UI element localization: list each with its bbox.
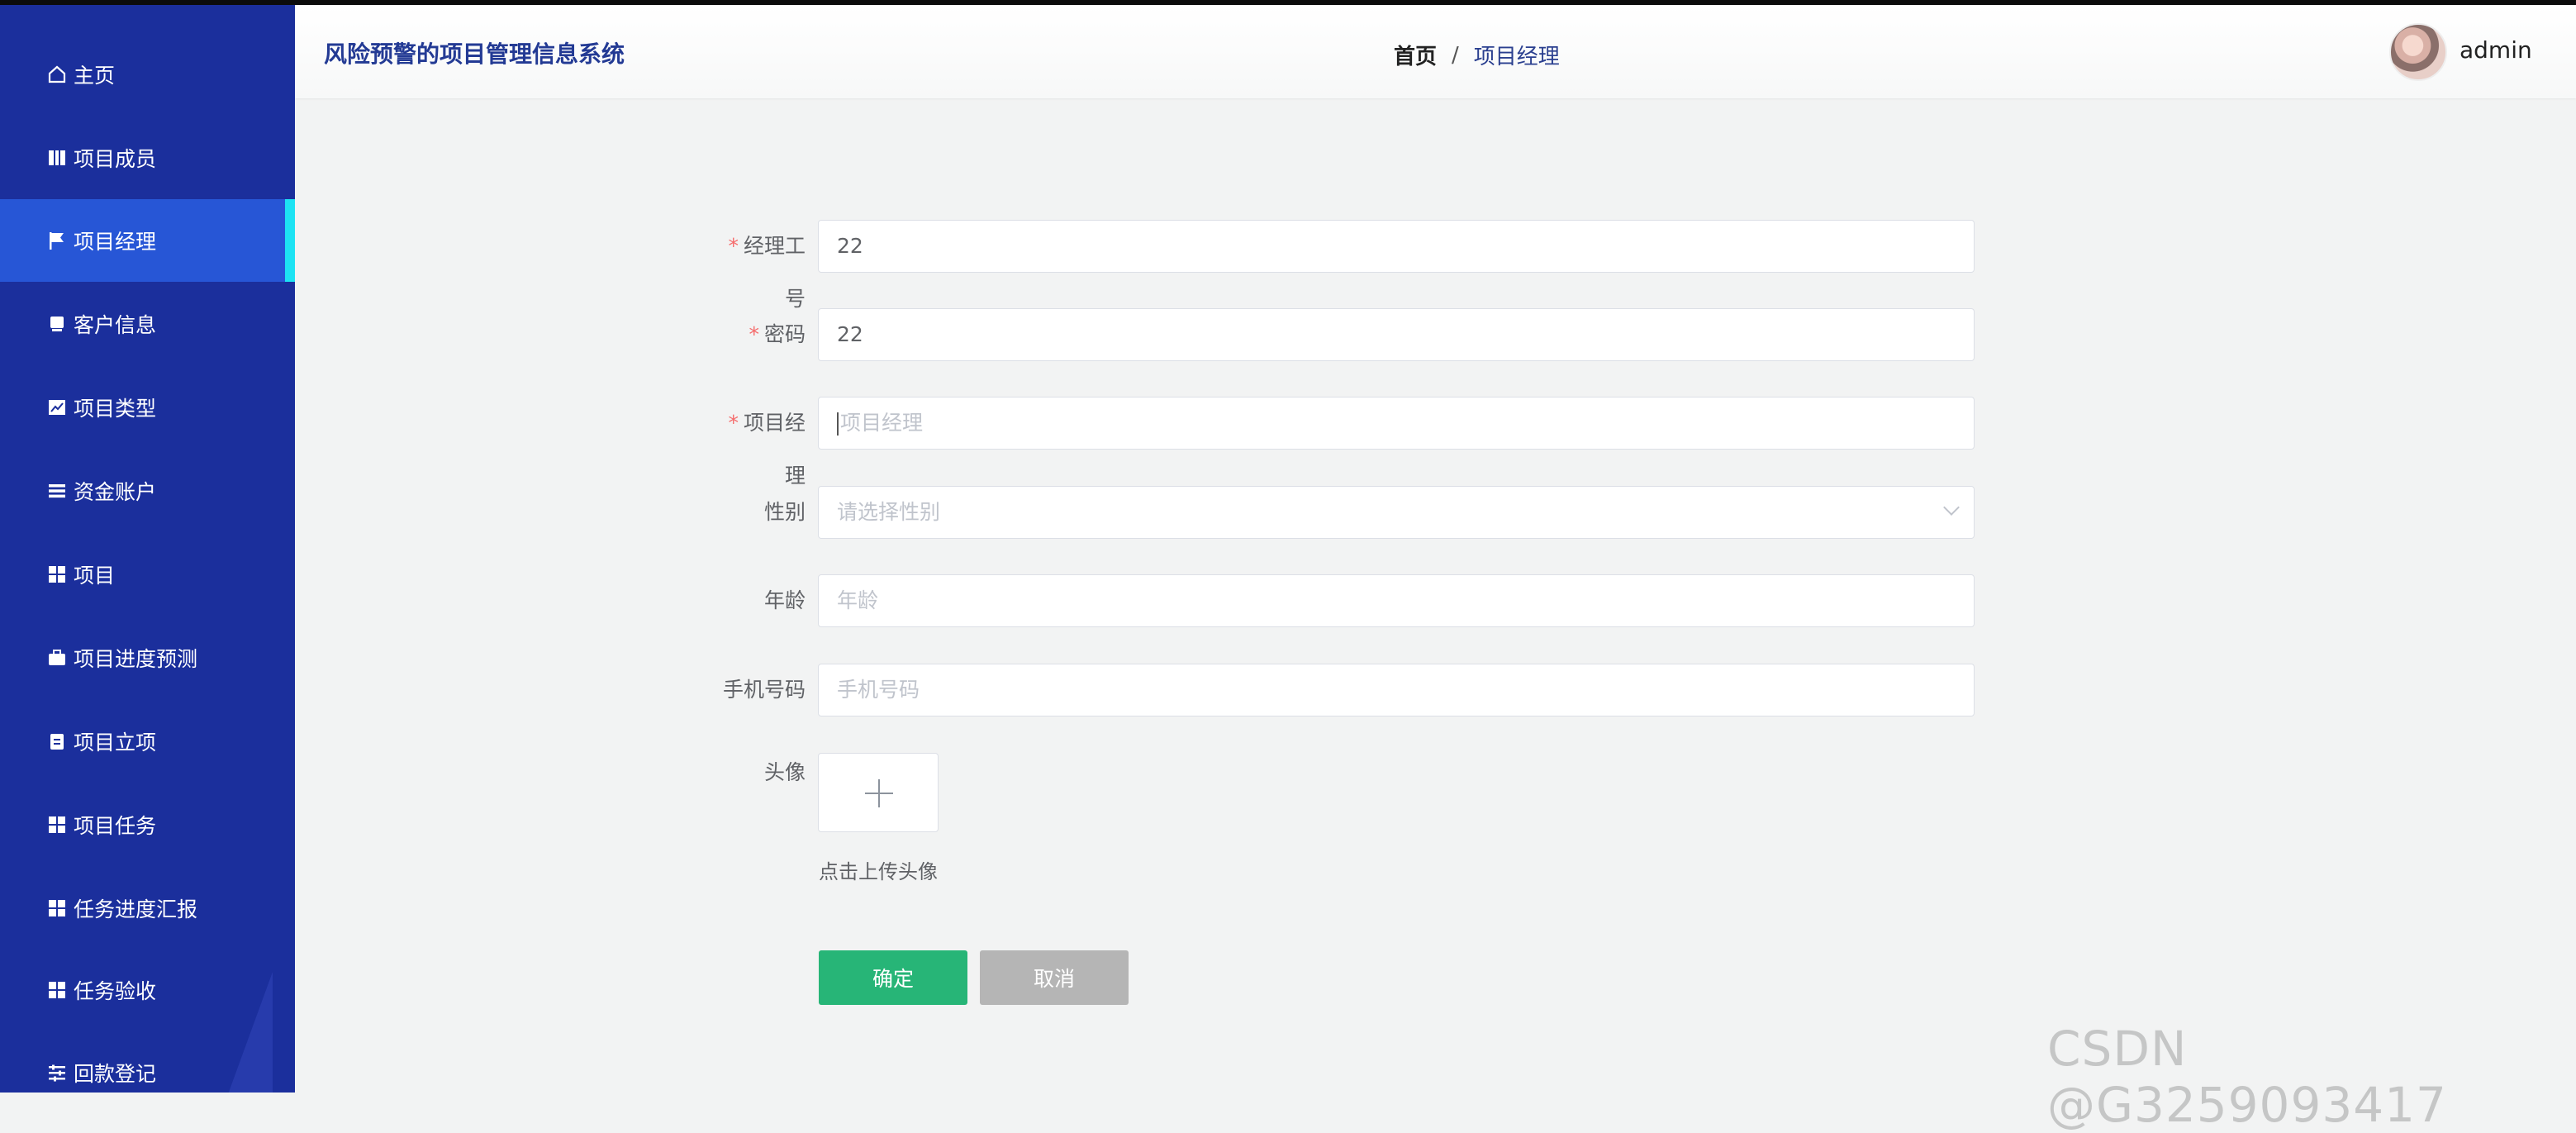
- manager-id-input[interactable]: 22: [818, 220, 1975, 273]
- sidebar-item-customers[interactable]: 客户信息: [0, 283, 295, 365]
- sidebar-item-label: 项目任务: [74, 814, 157, 838]
- sidebar-item-label: 回款登记: [74, 1062, 157, 1086]
- avatar[interactable]: [2389, 23, 2447, 81]
- watermark: CSDN @G3259093417: [2047, 1021, 2447, 1133]
- home-icon: [45, 63, 69, 86]
- avatar-upload-button[interactable]: [818, 753, 939, 832]
- list-icon: [45, 479, 69, 502]
- briefcase-icon: [45, 646, 69, 669]
- sidebar-item-label: 资金账户: [74, 480, 157, 504]
- sidebar-item-label: 任务进度汇报: [74, 897, 198, 921]
- grid-icon: [45, 978, 69, 1002]
- header: 风险预警的项目管理信息系统 首页 / 项目经理 admin: [295, 5, 2576, 98]
- confirm-button[interactable]: 确定: [819, 950, 967, 1005]
- required-mark: *: [728, 234, 739, 258]
- breadcrumb-separator: /: [1452, 42, 1459, 68]
- sidebar-item-projects[interactable]: 项目: [0, 533, 295, 616]
- breadcrumb-home[interactable]: 首页: [1394, 40, 1437, 70]
- sidebar-decoration: [221, 972, 273, 1093]
- breadcrumb: 首页 / 项目经理: [1394, 40, 1560, 70]
- sidebar-item-label: 项目成员: [74, 147, 157, 171]
- phone-input[interactable]: 手机号码: [818, 664, 1975, 716]
- age-label: 年龄: [763, 588, 806, 612]
- grid-icon: [45, 897, 69, 920]
- gender-row: 性别 请选择性别: [711, 486, 1975, 539]
- phone-row: 手机号码 手机号码: [711, 664, 1975, 716]
- printer-icon: [45, 312, 69, 336]
- password-label: * 密码: [749, 322, 806, 346]
- sidebar-item-label: 主页: [74, 64, 116, 88]
- sidebar-item-label: 任务验收: [74, 979, 157, 1003]
- book-icon: [45, 146, 69, 169]
- sidebar-item-project-types[interactable]: 项目类型: [0, 366, 295, 449]
- sidebar-item-managers[interactable]: 项目经理: [0, 199, 295, 282]
- manager-id-row: * 经理工号 22: [711, 220, 1975, 311]
- sidebar-item-project-setup[interactable]: 项目立项: [0, 700, 295, 783]
- sidebar-item-task-report[interactable]: 任务进度汇报: [0, 867, 295, 950]
- age-row: 年龄 年龄: [711, 574, 1975, 627]
- sliders-icon: [45, 1061, 69, 1084]
- sidebar-item-label: 项目经理: [74, 230, 157, 254]
- chevron-down-icon: [1943, 499, 1960, 516]
- gender-select[interactable]: 请选择性别: [818, 486, 1975, 539]
- sidebar-item-fund-accounts[interactable]: 资金账户: [0, 450, 295, 532]
- sidebar-item-label: 项目类型: [74, 397, 157, 421]
- password-row: * 密码 22: [711, 308, 1975, 361]
- avatar-upload-label: 头像: [763, 760, 806, 784]
- username[interactable]: admin: [2460, 36, 2532, 64]
- chart-icon: [45, 396, 69, 419]
- grid-icon: [45, 563, 69, 586]
- manager-name-input[interactable]: 项目经理: [818, 397, 1975, 450]
- sidebar-item-label: 项目: [74, 564, 116, 588]
- required-mark: *: [728, 411, 739, 435]
- app-title: 风险预警的项目管理信息系统: [324, 40, 625, 68]
- sidebar: 主页 项目成员 项目经理 客户信息 项目类型 资金账户 项目 项目进度预测 项目…: [0, 5, 295, 1093]
- avatar-upload-hint: 点击上传头像: [819, 860, 938, 883]
- flag-icon: [45, 229, 69, 252]
- breadcrumb-current: 项目经理: [1473, 45, 1560, 69]
- sidebar-item-members[interactable]: 项目成员: [0, 117, 295, 199]
- sidebar-item-label: 客户信息: [74, 313, 157, 337]
- manager-name-label: * 项目经理: [728, 411, 806, 488]
- clipboard-icon: [45, 730, 69, 753]
- sidebar-item-label: 项目进度预测: [74, 647, 198, 671]
- sidebar-item-home[interactable]: 主页: [0, 33, 295, 116]
- text-cursor: [837, 412, 839, 436]
- sidebar-item-label: 项目立项: [74, 731, 157, 755]
- password-input[interactable]: 22: [818, 308, 1975, 361]
- avatar-upload-row: 头像: [711, 753, 1975, 832]
- sidebar-item-progress-forecast[interactable]: 项目进度预测: [0, 616, 295, 699]
- sidebar-item-project-tasks[interactable]: 项目任务: [0, 783, 295, 866]
- phone-label: 手机号码: [722, 678, 806, 702]
- gender-label: 性别: [763, 500, 806, 524]
- required-mark: *: [749, 322, 759, 346]
- age-input[interactable]: 年龄: [818, 574, 1975, 627]
- grid-icon: [45, 813, 69, 836]
- manager-name-row: * 项目经理 项目经理: [711, 397, 1975, 488]
- manager-id-label: * 经理工号: [728, 234, 806, 311]
- plus-icon-vertical: [878, 779, 880, 807]
- cancel-button[interactable]: 取消: [980, 950, 1129, 1005]
